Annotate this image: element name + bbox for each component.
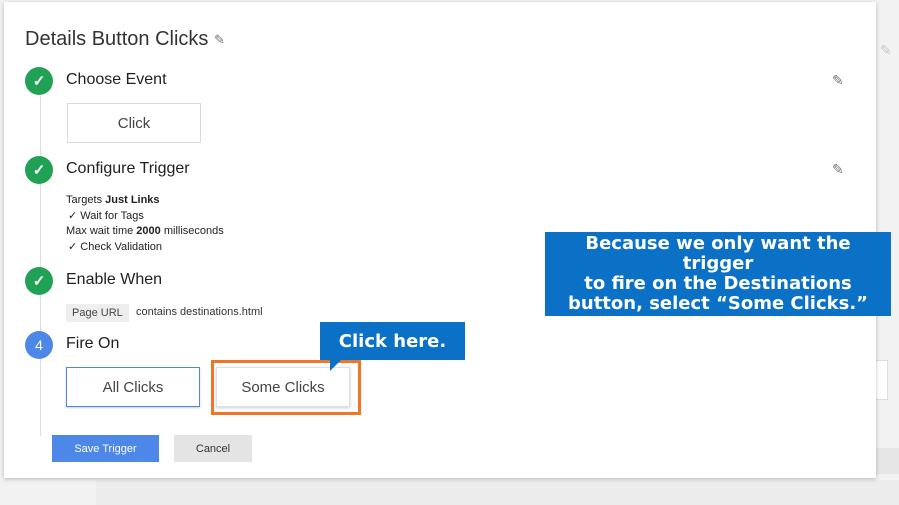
explanation-line: to fire on the Destinations: [584, 273, 852, 294]
max-wait-line: Max wait time 2000 milliseconds: [66, 225, 224, 237]
step-number-badge: 4: [25, 331, 53, 359]
pencil-icon[interactable]: ✎: [214, 32, 225, 48]
background-footer: [96, 480, 899, 505]
check-icon: ✓: [25, 156, 53, 184]
check-icon: ✓: [25, 67, 53, 95]
step-label-choose-event: Choose Event: [66, 71, 167, 88]
variable-chip: Page URL: [66, 304, 129, 322]
cancel-button[interactable]: Cancel: [174, 435, 252, 462]
explanation-line: Because we only want the trigger: [585, 233, 851, 274]
check-validation-line: ✓ Check Validation: [68, 240, 163, 253]
all-clicks-option[interactable]: All Clicks: [66, 367, 200, 407]
pencil-icon[interactable]: ✎: [832, 72, 844, 89]
event-type-click[interactable]: Click: [67, 103, 201, 143]
pencil-icon[interactable]: ✎: [832, 161, 844, 178]
step-label-configure-trigger: Configure Trigger: [66, 160, 190, 177]
step-label-enable-when: Enable When: [66, 271, 163, 288]
condition-text: contains destinations.html: [136, 306, 263, 318]
step-label-fire-on: Fire On: [66, 335, 120, 352]
callout-pointer: [330, 359, 342, 371]
targets-line: Targets Just Links: [66, 194, 160, 206]
save-trigger-button[interactable]: Save Trigger: [52, 435, 159, 462]
background-pencil-icon: ✎: [880, 42, 892, 58]
steps-connector-line: [40, 96, 41, 436]
trigger-configuration-details: Targets Just Links ✓ Wait for Tags Max w…: [66, 193, 224, 255]
check-icon: ✓: [25, 267, 53, 295]
explanation-line: button, select “Some Clicks.”: [568, 293, 868, 314]
explanation-callout: Because we only want the trigger to fire…: [545, 232, 891, 316]
click-here-callout: Click here.: [320, 322, 465, 360]
wait-for-tags-line: ✓ Wait for Tags: [68, 209, 144, 222]
page-title: Details Button Clicks: [25, 28, 209, 50]
